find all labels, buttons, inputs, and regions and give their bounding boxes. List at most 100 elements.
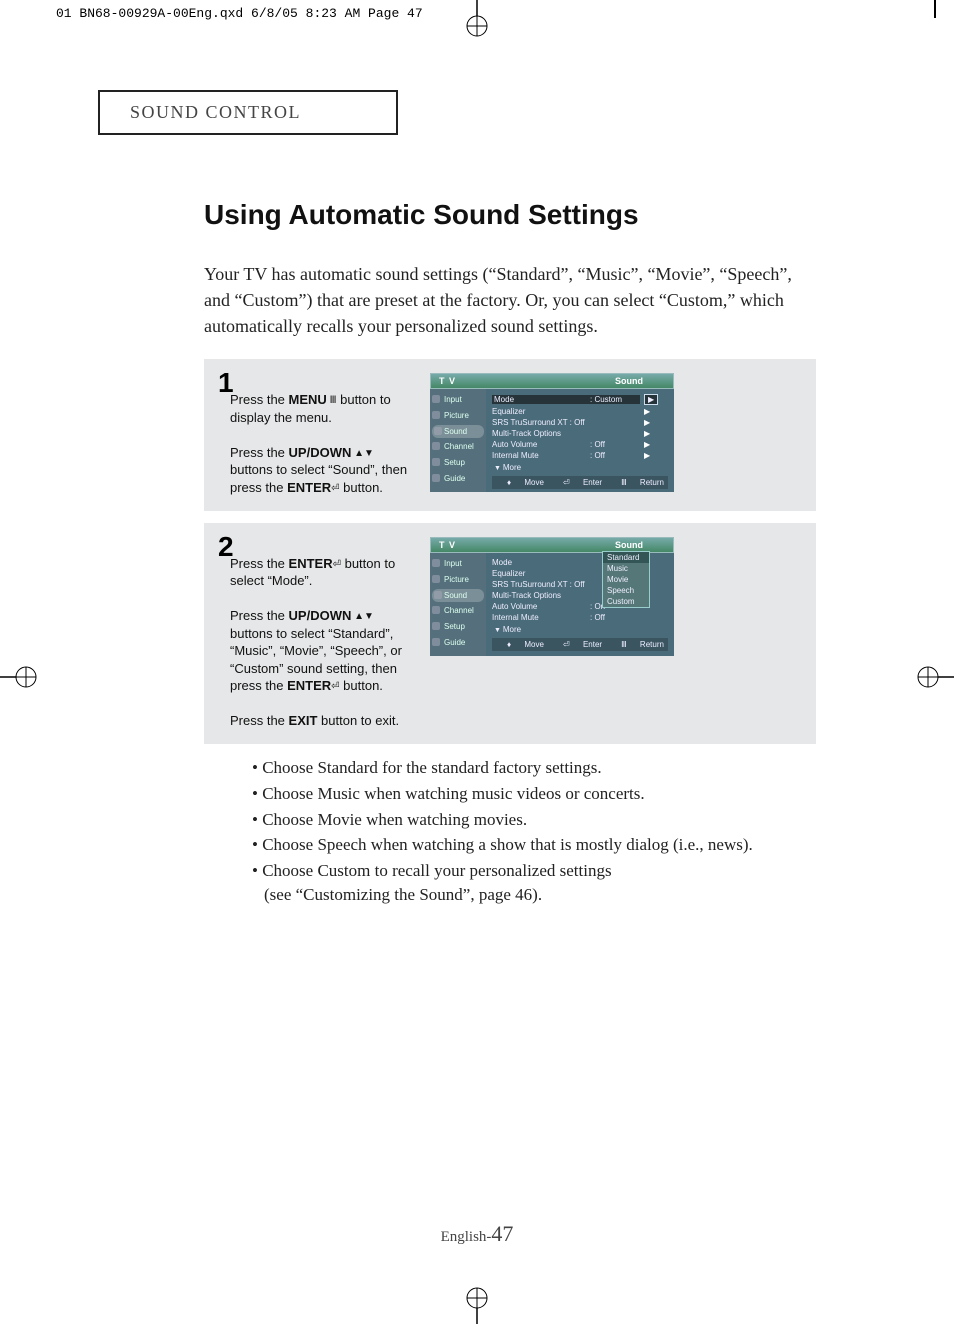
osd-nav-input: Input	[430, 393, 486, 406]
osd-key: SRS TruSurround XT : Off	[492, 418, 640, 427]
foot-label: Return	[629, 478, 664, 487]
osd-key: Mode	[492, 558, 590, 567]
osd-header: T V Sound	[430, 373, 674, 389]
osd-key: Mode	[492, 395, 590, 404]
picture-icon	[432, 411, 440, 419]
osd-nav: Input Picture Sound Channel Setup Guide	[430, 553, 486, 656]
text-span: Press the	[230, 556, 289, 571]
page-content: SOUND CONTROL Using Automatic Sound Sett…	[104, 90, 856, 909]
osd-nav-channel: Channel	[430, 604, 486, 617]
osd-foot-enter: ⏎ Enter	[552, 640, 602, 649]
updown-icon: ▲▼	[351, 448, 374, 459]
foot-label: Move	[513, 640, 544, 649]
updown-label: UP/DOWN	[289, 608, 352, 623]
step-2-card: 2 Press the ENTER⏎ button to select “Mod…	[204, 523, 816, 744]
option-standard: Standard	[603, 552, 649, 563]
enter-icon: ⏎	[331, 483, 339, 494]
nav-label: Picture	[444, 411, 469, 420]
osd-key: Auto Volume	[492, 602, 590, 611]
step-2-text: Press the ENTER⏎ button to select “Mode”…	[230, 533, 418, 730]
sound-icon	[434, 427, 442, 435]
text-span: Press the	[230, 392, 289, 407]
nav-label: Channel	[444, 442, 474, 451]
text-span: button.	[340, 678, 383, 693]
osd-nav-guide: Guide	[430, 472, 486, 485]
page-footer: English-47	[0, 1221, 954, 1247]
step-1-screenshot: T V Sound Input Picture Sound Channel Se…	[430, 369, 802, 496]
nav-label: Sound	[444, 591, 467, 600]
tip-movie: Choose Movie when watching movies.	[252, 808, 816, 832]
enter-label: ENTER	[287, 480, 331, 495]
step-1-card: 1 Press the MENU Ⅲ button to display the…	[204, 359, 816, 510]
print-header: 01 BN68-00929A-00Eng.qxd 6/8/05 8:23 AM …	[56, 6, 423, 21]
nav-label: Setup	[444, 622, 465, 631]
osd-foot-enter: ⏎ Enter	[552, 478, 602, 487]
nav-label: Guide	[444, 638, 465, 647]
arrow-right-icon: ▶	[644, 394, 658, 405]
text-span: button.	[340, 480, 383, 495]
sound-icon	[434, 591, 442, 599]
tip-custom: Choose Custom to recall your personalize…	[252, 859, 816, 907]
arrow-right-icon: ▶	[640, 451, 650, 460]
option-movie: Movie	[603, 574, 649, 585]
osd-row-multitrack: Multi-Track Options▶	[492, 428, 668, 439]
enter-label: ENTER	[287, 678, 331, 693]
menu-icon: Ⅲ	[327, 395, 337, 406]
osd-footer: ♦ Move ⏎ Enter Ⅲ Return	[492, 476, 668, 489]
updown-label: UP/DOWN	[289, 445, 352, 460]
step-1-text: Press the MENU Ⅲ button to display the m…	[230, 369, 418, 496]
footer-lang: English-	[441, 1229, 492, 1245]
intro-paragraph: Your TV has automatic sound settings (“S…	[204, 261, 816, 339]
text-span: Press the	[230, 445, 289, 460]
cropmark-top	[457, 0, 497, 40]
osd-foot-move: ♦ Move	[496, 640, 544, 649]
osd-more: More	[492, 461, 668, 476]
nav-label: Guide	[444, 474, 465, 483]
picture-icon	[432, 575, 440, 583]
osd-row-intmute: Internal Mute: Off▶	[492, 450, 668, 461]
osd-nav-guide: Guide	[430, 636, 486, 649]
osd-panel: T V Sound Input Picture Sound Channel Se…	[430, 537, 674, 656]
enter-icon: ⏎	[331, 681, 339, 692]
osd-row-mode: Mode : Custom ▶	[492, 393, 668, 406]
osd-val: : Off	[590, 613, 640, 622]
osd-tv-label: T V	[431, 374, 464, 388]
footer-page-number: 47	[491, 1221, 513, 1246]
text-span: button to exit.	[317, 713, 399, 728]
osd-nav-picture: Picture	[430, 573, 486, 586]
osd-nav-setup: Setup	[430, 620, 486, 633]
option-music: Music	[603, 563, 649, 574]
section-tab-label: SOUND CONTROL	[130, 102, 301, 122]
guide-icon	[432, 638, 440, 646]
arrow-right-icon: ▶	[640, 440, 650, 449]
nav-label: Input	[444, 559, 462, 568]
input-icon	[432, 395, 440, 403]
guide-icon	[432, 474, 440, 482]
foot-label: Return	[629, 640, 664, 649]
text-span: Press the	[230, 713, 289, 728]
arrow-right-icon: ▶	[640, 407, 650, 416]
cropmark-bottom	[457, 1284, 497, 1329]
osd-val: : Custom	[590, 395, 640, 404]
osd-val: : Off	[590, 451, 640, 460]
osd-foot-return: Ⅲ Return	[610, 640, 664, 649]
setup-icon	[432, 458, 440, 466]
osd-foot-return: Ⅲ Return	[610, 478, 664, 487]
option-custom: Custom	[603, 596, 649, 607]
osd-nav-setup: Setup	[430, 456, 486, 469]
osd-nav-sound: Sound	[432, 425, 484, 438]
osd-nav-sound: Sound	[432, 589, 484, 602]
nav-label: Sound	[444, 427, 467, 436]
text-span: Press the	[230, 608, 289, 623]
option-speech: Speech	[603, 585, 649, 596]
osd-nav-input: Input	[430, 557, 486, 570]
osd-nav: Input Picture Sound Channel Setup Guide	[430, 389, 486, 492]
foot-label: Move	[513, 478, 544, 487]
tip-standard: Choose Standard for the standard factory…	[252, 756, 816, 780]
osd-foot-move: ♦ Move	[496, 478, 544, 487]
enter-label: ENTER	[289, 556, 333, 571]
osd-main: Mode : Custom ▶ Equalizer▶ SRS TruSurrou…	[486, 389, 674, 492]
foot-label: Enter	[572, 640, 602, 649]
osd-row-intmute: Internal Mute: Off	[492, 612, 668, 623]
osd-key: Auto Volume	[492, 440, 590, 449]
